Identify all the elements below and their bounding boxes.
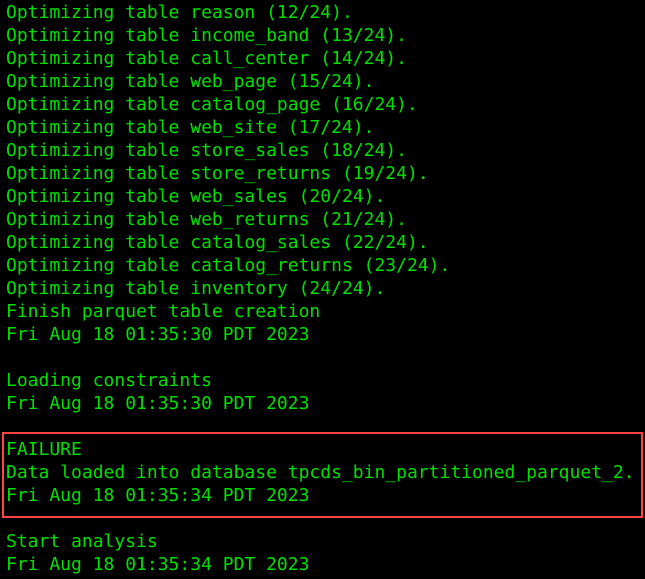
terminal-line: Optimizing table catalog_sales (22/24). — [6, 232, 429, 253]
terminal-line: Optimizing table web_sales (20/24). — [6, 186, 386, 207]
terminal-line: Optimizing table web_returns (21/24). — [6, 209, 407, 230]
terminal-line: Optimizing table reason (12/24). — [6, 2, 353, 23]
terminal-line: Fri Aug 18 01:35:30 PDT 2023 — [6, 393, 310, 414]
terminal-line: Optimizing table catalog_returns (23/24)… — [6, 255, 451, 276]
terminal-line: Optimizing table web_site (17/24). — [6, 117, 375, 138]
terminal-line: Optimizing table inventory (24/24). — [6, 278, 386, 299]
terminal-line: Loading constraints — [6, 370, 212, 391]
terminal-line: Data loaded into database tpcds_bin_part… — [6, 462, 635, 483]
terminal-line: Optimizing table catalog_page (16/24). — [6, 94, 418, 115]
terminal-output: Optimizing table reason (12/24). Optimizi… — [6, 1, 635, 576]
terminal-line: Optimizing table call_center (14/24). — [6, 48, 407, 69]
terminal-line: Fri Aug 18 01:35:34 PDT 2023 — [6, 485, 310, 506]
terminal-line: Start analysis — [6, 531, 158, 552]
terminal-line: Optimizing table store_sales (18/24). — [6, 140, 407, 161]
terminal-line: Optimizing table web_page (15/24). — [6, 71, 375, 92]
terminal-line: Optimizing table store_returns (19/24). — [6, 163, 429, 184]
terminal-line: Optimizing table income_band (13/24). — [6, 25, 407, 46]
terminal-line: FAILURE — [6, 439, 82, 460]
terminal-line: Fri Aug 18 01:35:34 PDT 2023 — [6, 554, 310, 575]
terminal-line: Fri Aug 18 01:35:30 PDT 2023 — [6, 324, 310, 345]
terminal-line: Finish parquet table creation — [6, 301, 321, 322]
